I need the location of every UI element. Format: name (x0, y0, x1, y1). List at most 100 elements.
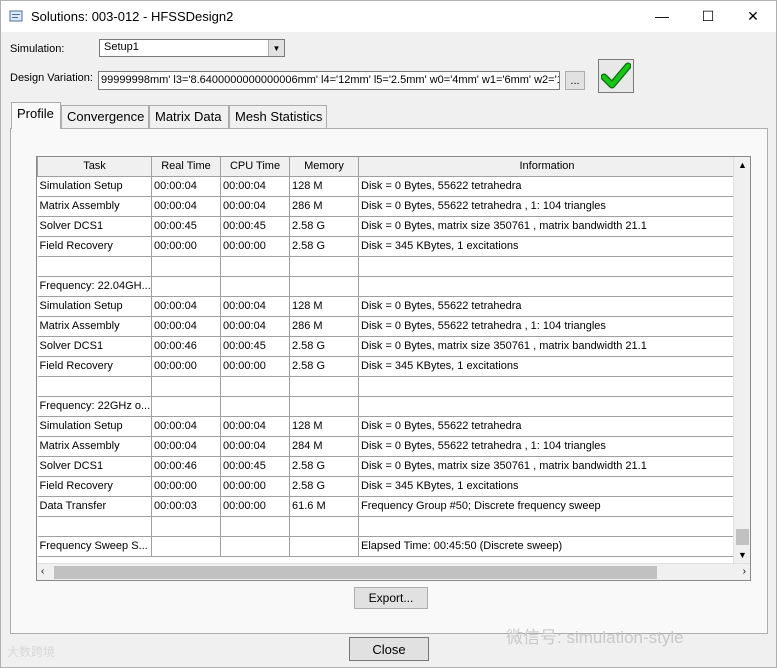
table-row[interactable] (37, 256, 736, 277)
tab-mesh-statistics[interactable]: Mesh Statistics (229, 105, 327, 128)
table-row[interactable]: Frequency Sweep S... Elapsed Time: 00:45:… (37, 536, 736, 557)
simulation-label: Simulation: (10, 43, 65, 55)
cpu-time-cell (220, 276, 290, 297)
real-time-cell: 00:00:46 (151, 456, 221, 477)
table-body: Simulation Setup 00:00:04 00:00:04 128 M Dis… (37, 176, 736, 557)
table-row[interactable]: Solver DCS1 00:00:46 00:00:45 2.58 G Disk = … (37, 456, 736, 477)
information-cell: Disk = 0 Bytes, 55622 tetrahedra (358, 296, 736, 317)
real-time-cell (151, 276, 221, 297)
memory-cell: 284 M (289, 436, 359, 457)
scroll-left-icon[interactable]: ‹ (41, 566, 44, 577)
real-time-cell: 00:00:04 (151, 416, 221, 437)
memory-cell: 2.58 G (289, 476, 359, 497)
maximize-button[interactable]: ☐ (685, 1, 731, 31)
real-time-cell (151, 376, 221, 397)
table-row[interactable]: Matrix Assembly 00:00:04 00:00:04 286 M Disk… (37, 196, 736, 217)
cpu-time-cell: 00:00:00 (220, 356, 290, 377)
real-time-cell: 00:00:04 (151, 296, 221, 317)
profile-table: Task Real Time CPU Time Memory Informati… (37, 157, 736, 557)
table-row[interactable]: Simulation Setup 00:00:04 00:00:04 128 M Dis… (37, 296, 736, 317)
horizontal-scroll-thumb[interactable] (54, 566, 657, 579)
real-time-cell: 00:00:04 (151, 196, 221, 217)
task-cell: Frequency Sweep S... (37, 536, 152, 557)
table-row[interactable] (37, 516, 736, 537)
real-time-cell: 00:00:46 (151, 336, 221, 357)
memory-cell: 61.6 M (289, 496, 359, 517)
table-row[interactable] (37, 376, 736, 397)
cpu-time-cell: 00:00:04 (220, 316, 290, 337)
horizontal-scrollbar[interactable]: ‹ › (37, 563, 750, 580)
scroll-down-icon[interactable]: ▼ (738, 550, 747, 560)
task-cell: Solver DCS1 (37, 216, 152, 237)
minimize-icon: — (655, 8, 669, 24)
minimize-button[interactable]: — (639, 1, 685, 31)
column-header-cpu-time[interactable]: CPU Time (220, 157, 290, 177)
tab-matrix-data[interactable]: Matrix Data (149, 105, 229, 128)
table-row[interactable]: Simulation Setup 00:00:04 00:00:04 128 M Dis… (37, 176, 736, 197)
cpu-time-cell: 00:00:00 (220, 236, 290, 257)
watermark-right: 微信号: simulation-style (506, 628, 684, 647)
window-title: Solutions: 003-012 - HFSSDesign2 (31, 9, 234, 24)
cpu-time-cell: 00:00:04 (220, 436, 290, 457)
task-cell (37, 376, 152, 397)
information-cell: Elapsed Time: 00:45:50 (Discrete sweep) (358, 536, 736, 557)
vertical-scroll-thumb[interactable] (736, 529, 749, 545)
title-bar: Solutions: 003-012 - HFSSDesign2 — ☐ ✕ (1, 1, 776, 32)
cpu-time-cell (220, 256, 290, 277)
real-time-cell (151, 536, 221, 557)
task-cell: Field Recovery (37, 356, 152, 377)
table-row[interactable]: Simulation Setup 00:00:04 00:00:04 128 M Dis… (37, 416, 736, 437)
scroll-right-icon[interactable]: › (743, 566, 746, 577)
table-row[interactable]: Field Recovery 00:00:00 00:00:00 2.58 G Disk… (37, 476, 736, 497)
tab-convergence[interactable]: Convergence (61, 105, 149, 128)
simulation-value: Setup1 (104, 41, 139, 53)
information-cell: Disk = 0 Bytes, 55622 tetrahedra (358, 416, 736, 437)
real-time-cell: 00:00:03 (151, 496, 221, 517)
memory-cell (289, 516, 359, 537)
column-header-memory[interactable]: Memory (289, 157, 359, 177)
close-button[interactable]: Close (349, 637, 429, 661)
table-row[interactable]: Field Recovery 00:00:00 00:00:00 2.58 G Disk… (37, 236, 736, 257)
chevron-down-icon[interactable]: ▼ (268, 40, 284, 56)
information-cell: Disk = 0 Bytes, matrix size 350761 , mat… (358, 456, 736, 477)
table-row[interactable]: Field Recovery 00:00:00 00:00:00 2.58 G Disk… (37, 356, 736, 377)
cpu-time-cell: 00:00:00 (220, 476, 290, 497)
information-cell: Disk = 0 Bytes, 55622 tetrahedra , 1: 10… (358, 316, 736, 337)
design-variation-field[interactable]: 99999998mm' l3='8.6400000000000006mm' l4… (98, 71, 560, 90)
table-row[interactable]: Data Transfer 00:00:03 00:00:00 61.6 M Frequ… (37, 496, 736, 517)
table-row[interactable]: Solver DCS1 00:00:46 00:00:45 2.58 G Disk = … (37, 336, 736, 357)
table-row[interactable]: Solver DCS1 00:00:45 00:00:45 2.58 G Disk = … (37, 216, 736, 237)
real-time-cell (151, 516, 221, 537)
solutions-dialog: Solutions: 003-012 - HFSSDesign2 — ☐ ✕ S… (0, 0, 777, 668)
table-row[interactable]: Frequency: 22GHz o... (37, 396, 736, 417)
cpu-time-cell: 00:00:04 (220, 196, 290, 217)
task-cell (37, 256, 152, 277)
task-cell: Matrix Assembly (37, 436, 152, 457)
real-time-cell: 00:00:00 (151, 356, 221, 377)
tab-profile[interactable]: Profile (11, 102, 61, 129)
information-cell (358, 256, 736, 277)
green-checkmark-icon (601, 62, 631, 89)
vertical-scrollbar[interactable]: ▲ ▼ (733, 157, 750, 563)
task-cell: Field Recovery (37, 476, 152, 497)
information-cell: Disk = 0 Bytes, 55622 tetrahedra , 1: 10… (358, 196, 736, 217)
app-icon (9, 10, 23, 22)
cpu-time-cell: 00:00:04 (220, 296, 290, 317)
scroll-up-icon[interactable]: ▲ (738, 160, 747, 170)
cpu-time-cell (220, 516, 290, 537)
close-window-button[interactable]: ✕ (730, 1, 776, 31)
column-header-real-time[interactable]: Real Time (151, 157, 221, 177)
real-time-cell (151, 396, 221, 417)
column-header-task[interactable]: Task (37, 157, 152, 177)
information-cell: Disk = 345 KBytes, 1 excitations (358, 476, 736, 497)
simulation-select[interactable]: Setup1 ▼ (99, 39, 285, 57)
column-header-information[interactable]: Information (358, 157, 736, 177)
table-row[interactable]: Matrix Assembly 00:00:04 00:00:04 284 M Disk… (37, 436, 736, 457)
table-row[interactable]: Matrix Assembly 00:00:04 00:00:04 286 M Disk… (37, 316, 736, 337)
cpu-time-cell: 00:00:45 (220, 216, 290, 237)
design-variation-browse-button[interactable]: ... (565, 71, 585, 90)
profile-grid[interactable]: Task Real Time CPU Time Memory Informati… (36, 156, 751, 581)
export-button[interactable]: Export... (354, 587, 428, 609)
table-row[interactable]: Frequency: 22.04GH... (37, 276, 736, 297)
information-cell (358, 516, 736, 537)
